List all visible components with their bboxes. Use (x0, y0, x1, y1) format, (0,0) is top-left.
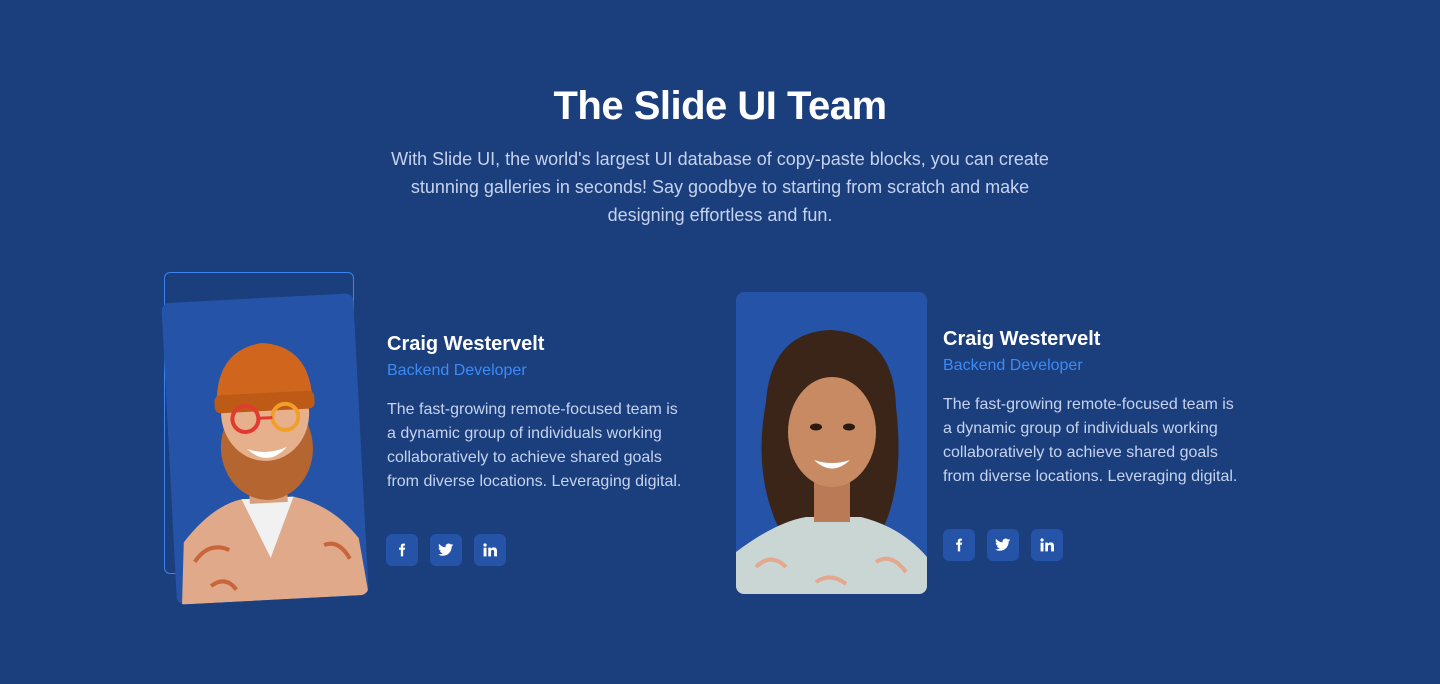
team-section: The Slide UI Team With Slide UI, the wor… (0, 0, 1440, 684)
twitter-button[interactable] (987, 529, 1019, 561)
woman-portrait-image (736, 330, 927, 594)
twitter-icon (995, 538, 1011, 551)
member-bio: The fast-growing remote-focused team is … (387, 401, 682, 490)
linkedin-icon (1040, 538, 1054, 552)
linkedin-button[interactable] (474, 534, 506, 566)
twitter-button[interactable] (430, 534, 462, 566)
section-subtitle: With Slide UI, the world's largest UI da… (391, 149, 1049, 225)
member-role: Backend Developer (387, 362, 527, 379)
member-photo (736, 292, 927, 594)
social-links (386, 534, 506, 566)
member-bio: The fast-growing remote-focused team is … (943, 396, 1238, 485)
facebook-icon (399, 543, 406, 557)
section-title: The Slide UI Team (553, 84, 887, 128)
linkedin-icon (483, 543, 497, 557)
member-role: Backend Developer (943, 357, 1083, 374)
social-links (943, 529, 1063, 561)
man-portrait-image (182, 343, 369, 605)
member-name: Craig Westervelt (943, 328, 1101, 350)
facebook-button[interactable] (943, 529, 975, 561)
linkedin-button[interactable] (1031, 529, 1063, 561)
facebook-button[interactable] (386, 534, 418, 566)
twitter-icon (438, 543, 454, 556)
member-name: Craig Westervelt (387, 333, 545, 355)
facebook-icon (956, 538, 963, 552)
member-photo (161, 293, 369, 605)
